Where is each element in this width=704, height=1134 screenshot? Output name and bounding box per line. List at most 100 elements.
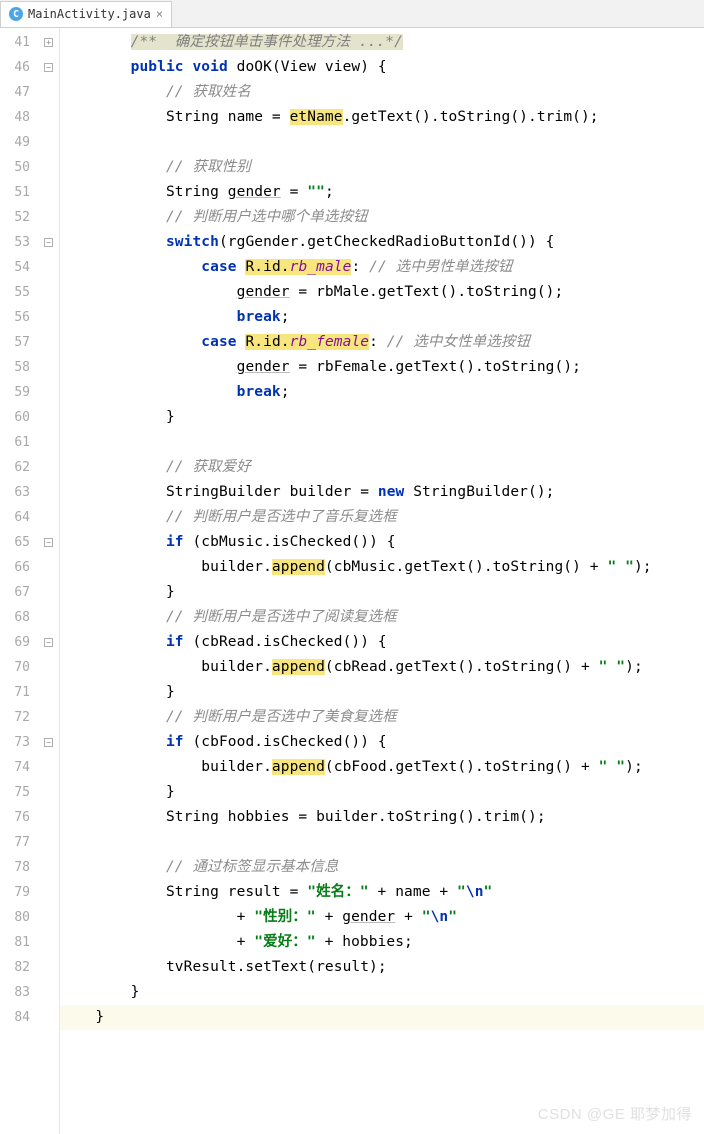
code-line[interactable]: tvResult.setText(result); bbox=[60, 955, 704, 980]
code-line[interactable]: case R.id.rb_female: // 选中女性单选按钮 bbox=[60, 330, 704, 355]
fold-marker[interactable]: + bbox=[38, 30, 59, 55]
line-number: 57 bbox=[0, 330, 38, 355]
code-line[interactable]: gender = rbFemale.getText().toString(); bbox=[60, 355, 704, 380]
code-line[interactable]: public void doOK(View view) { bbox=[60, 55, 704, 80]
code-line[interactable]: if (cbMusic.isChecked()) { bbox=[60, 530, 704, 555]
fold-marker[interactable] bbox=[38, 755, 59, 780]
code-line[interactable] bbox=[60, 130, 704, 155]
code-line[interactable]: String hobbies = builder.toString().trim… bbox=[60, 805, 704, 830]
fold-marker[interactable] bbox=[38, 380, 59, 405]
fold-marker[interactable] bbox=[38, 655, 59, 680]
fold-marker[interactable]: − bbox=[38, 530, 59, 555]
fold-marker[interactable] bbox=[38, 405, 59, 430]
code-line[interactable]: builder.append(cbFood.getText().toString… bbox=[60, 755, 704, 780]
code-line[interactable]: // 判断用户选中哪个单选按钮 bbox=[60, 205, 704, 230]
code-line[interactable]: } bbox=[60, 1005, 704, 1030]
code-line[interactable]: } bbox=[60, 580, 704, 605]
fold-marker[interactable] bbox=[38, 505, 59, 530]
code-line[interactable]: } bbox=[60, 780, 704, 805]
fold-marker[interactable] bbox=[38, 980, 59, 1005]
code-line[interactable] bbox=[60, 830, 704, 855]
line-number: 49 bbox=[0, 130, 38, 155]
line-number: 46 bbox=[0, 55, 38, 80]
fold-marker[interactable] bbox=[38, 105, 59, 130]
fold-marker[interactable] bbox=[38, 255, 59, 280]
code-line[interactable]: gender = rbMale.getText().toString(); bbox=[60, 280, 704, 305]
fold-marker[interactable] bbox=[38, 280, 59, 305]
code-line[interactable]: if (cbRead.isChecked()) { bbox=[60, 630, 704, 655]
code-area[interactable]: /** 确定按钮单击事件处理方法 ...*/ public void doOK(… bbox=[60, 28, 704, 1134]
fold-marker[interactable] bbox=[38, 430, 59, 455]
line-number: 72 bbox=[0, 705, 38, 730]
code-line[interactable]: + "性别：" + gender + "\n" bbox=[60, 905, 704, 930]
fold-marker[interactable] bbox=[38, 1005, 59, 1030]
code-line[interactable]: // 获取爱好 bbox=[60, 455, 704, 480]
code-line[interactable]: } bbox=[60, 680, 704, 705]
code-line[interactable]: String name = etName.getText().toString(… bbox=[60, 105, 704, 130]
fold-marker[interactable] bbox=[38, 580, 59, 605]
code-line[interactable]: + "爱好：" + hobbies; bbox=[60, 930, 704, 955]
fold-marker[interactable] bbox=[38, 130, 59, 155]
fold-marker[interactable] bbox=[38, 830, 59, 855]
code-line[interactable]: String gender = ""; bbox=[60, 180, 704, 205]
line-number: 71 bbox=[0, 680, 38, 705]
file-tab[interactable]: C MainActivity.java × bbox=[0, 1, 172, 27]
editor-area: 4146474849505152535455565758596061626364… bbox=[0, 28, 704, 1134]
fold-marker[interactable]: − bbox=[38, 55, 59, 80]
code-line[interactable]: StringBuilder builder = new StringBuilde… bbox=[60, 480, 704, 505]
code-line[interactable]: String result = "姓名：" + name + "\n" bbox=[60, 880, 704, 905]
fold-marker[interactable]: − bbox=[38, 630, 59, 655]
fold-marker[interactable] bbox=[38, 455, 59, 480]
code-line[interactable]: // 通过标签显示基本信息 bbox=[60, 855, 704, 880]
line-number: 54 bbox=[0, 255, 38, 280]
line-number: 74 bbox=[0, 755, 38, 780]
code-line[interactable]: // 获取姓名 bbox=[60, 80, 704, 105]
code-line[interactable]: /** 确定按钮单击事件处理方法 ...*/ bbox=[60, 30, 704, 55]
code-line[interactable]: if (cbFood.isChecked()) { bbox=[60, 730, 704, 755]
code-line[interactable]: break; bbox=[60, 305, 704, 330]
fold-marker[interactable] bbox=[38, 905, 59, 930]
fold-marker[interactable]: − bbox=[38, 230, 59, 255]
code-line[interactable]: // 判断用户是否选中了音乐复选框 bbox=[60, 505, 704, 530]
code-line[interactable]: // 获取性别 bbox=[60, 155, 704, 180]
line-number: 50 bbox=[0, 155, 38, 180]
line-number: 81 bbox=[0, 930, 38, 955]
fold-marker[interactable] bbox=[38, 355, 59, 380]
fold-marker[interactable] bbox=[38, 880, 59, 905]
line-number: 53 bbox=[0, 230, 38, 255]
fold-marker[interactable] bbox=[38, 855, 59, 880]
code-line[interactable]: } bbox=[60, 980, 704, 1005]
line-number: 68 bbox=[0, 605, 38, 630]
fold-marker[interactable] bbox=[38, 705, 59, 730]
fold-marker[interactable] bbox=[38, 930, 59, 955]
fold-marker[interactable] bbox=[38, 305, 59, 330]
code-line[interactable]: } bbox=[60, 405, 704, 430]
line-number: 79 bbox=[0, 880, 38, 905]
code-line[interactable]: break; bbox=[60, 380, 704, 405]
fold-marker[interactable] bbox=[38, 605, 59, 630]
fold-marker[interactable] bbox=[38, 805, 59, 830]
code-line[interactable]: case R.id.rb_male: // 选中男性单选按钮 bbox=[60, 255, 704, 280]
line-number: 51 bbox=[0, 180, 38, 205]
code-line[interactable]: switch(rgGender.getCheckedRadioButtonId(… bbox=[60, 230, 704, 255]
line-number: 47 bbox=[0, 80, 38, 105]
code-line[interactable]: // 判断用户是否选中了阅读复选框 bbox=[60, 605, 704, 630]
close-icon[interactable]: × bbox=[156, 7, 163, 21]
fold-marker[interactable]: − bbox=[38, 730, 59, 755]
fold-marker[interactable] bbox=[38, 330, 59, 355]
code-line[interactable] bbox=[60, 430, 704, 455]
fold-marker[interactable] bbox=[38, 80, 59, 105]
fold-marker[interactable] bbox=[38, 205, 59, 230]
code-line[interactable]: builder.append(cbMusic.getText().toStrin… bbox=[60, 555, 704, 580]
code-line[interactable]: // 判断用户是否选中了美食复选框 bbox=[60, 705, 704, 730]
fold-marker[interactable] bbox=[38, 480, 59, 505]
fold-marker[interactable] bbox=[38, 955, 59, 980]
line-number: 77 bbox=[0, 830, 38, 855]
fold-marker[interactable] bbox=[38, 780, 59, 805]
fold-marker[interactable] bbox=[38, 155, 59, 180]
fold-marker[interactable] bbox=[38, 555, 59, 580]
fold-marker[interactable] bbox=[38, 680, 59, 705]
code-line[interactable]: builder.append(cbRead.getText().toString… bbox=[60, 655, 704, 680]
fold-marker[interactable] bbox=[38, 180, 59, 205]
tab-filename: MainActivity.java bbox=[28, 7, 151, 21]
